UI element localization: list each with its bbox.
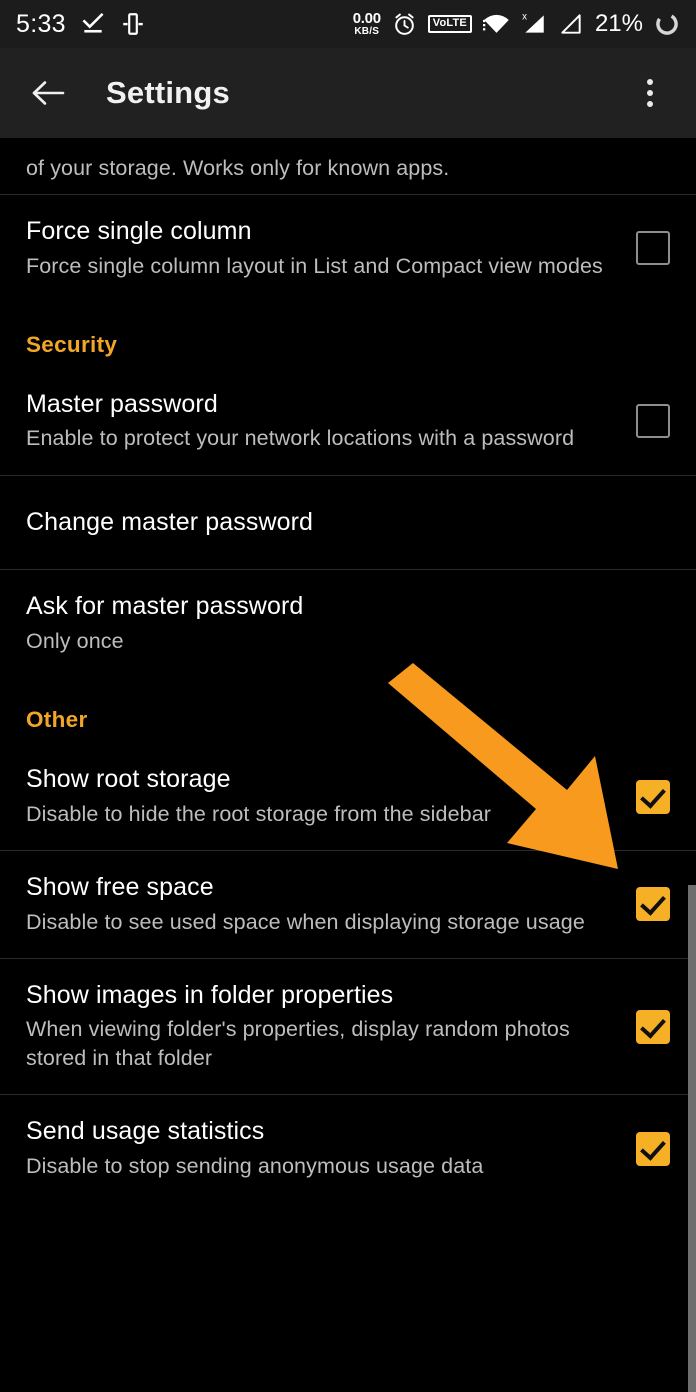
- battery-circle-icon: [654, 11, 680, 37]
- phone-screen: 5:33 0.00 KB/S VoLTE x 21% Settings of y…: [0, 0, 696, 1392]
- list-item-title: Ask for master password: [26, 592, 304, 621]
- list-item-subtitle: Disable to stop sending anonymous usage …: [26, 1153, 484, 1178]
- list-item-text: Master password Enable to protect your ne…: [26, 390, 636, 453]
- status-bar: 5:33 0.00 KB/S VoLTE x 21%: [0, 0, 696, 48]
- partial-row-subtitle: of your storage. Works only for known ap…: [26, 155, 450, 180]
- list-item-subtitle: Only once: [26, 628, 124, 653]
- list-item-text: Show images in folder properties When vie…: [26, 981, 636, 1072]
- overflow-menu-icon[interactable]: [626, 67, 674, 119]
- list-item-show-root-storage[interactable]: Show root storage Disable to hide the roo…: [0, 743, 696, 850]
- send-usage-statistics-checkbox[interactable]: [636, 1131, 670, 1166]
- network-speed-value: 0.00: [352, 10, 381, 27]
- list-item-title: Show root storage: [26, 765, 231, 794]
- screen-cast-icon: [120, 11, 146, 37]
- list-item-force-single-column[interactable]: Force single column Force single column l…: [0, 195, 696, 302]
- list-item-title: Force single column: [26, 217, 252, 245]
- list-item-text: Ask for master password Only once: [26, 592, 670, 655]
- list-item-subtitle: Force single column layout in List and C…: [26, 253, 603, 278]
- show-root-storage-checkbox[interactable]: [636, 779, 670, 814]
- list-item-subtitle: When viewing folder's properties, displa…: [26, 1017, 570, 1070]
- list-item-title: Show images in folder properties: [26, 980, 394, 1009]
- list-item-title: Show free space: [26, 873, 214, 901]
- network-speed-indicator: 0.00 KB/S: [353, 11, 381, 37]
- status-bar-right: 0.00 KB/S VoLTE x 21%: [353, 11, 680, 37]
- list-item-title: Change master password: [26, 507, 314, 536]
- list-item-subtitle: Disable to hide the root storage from th…: [26, 801, 492, 826]
- status-bar-left: 5:33: [16, 11, 146, 37]
- list-item-title: Master password: [26, 389, 218, 418]
- back-arrow-icon[interactable]: [22, 67, 74, 119]
- list-item-title: Send usage statistics: [26, 1117, 265, 1146]
- list-item-text: Show free space Disable to see used space…: [26, 873, 636, 936]
- battery-percent-label: 21%: [594, 10, 643, 37]
- list-item-master-password[interactable]: Master password Enable to protect your ne…: [0, 367, 696, 475]
- list-item-text: Send usage statistics Disable to stop sen…: [26, 1117, 636, 1180]
- list-item-subtitle: Enable to protect your network locations…: [26, 426, 575, 451]
- list-item-ask-for-master-password[interactable]: Ask for master password Only once: [0, 570, 696, 678]
- svg-text:x: x: [522, 12, 527, 23]
- app-bar: Settings: [0, 48, 696, 138]
- network-speed-unit: KB/S: [354, 26, 380, 37]
- alarm-clock-icon: [392, 12, 417, 37]
- list-item-show-free-space[interactable]: Show free space Disable to see used space…: [0, 851, 696, 958]
- list-item-show-images-in-folder-properties[interactable]: Show images in folder properties When vie…: [0, 958, 696, 1095]
- volte-icon: VoLTE: [427, 15, 472, 33]
- master-password-checkbox[interactable]: [636, 404, 670, 439]
- page-title: Settings: [106, 75, 230, 110]
- show-free-space-checkbox[interactable]: [636, 887, 670, 922]
- list-item-subtitle: Disable to see used space when displayin…: [26, 909, 585, 934]
- section-header-security: Security: [0, 301, 696, 368]
- list-item-text: Show root storage Disable to hide the roo…: [26, 765, 636, 828]
- list-item-change-master-password[interactable]: Change master password: [0, 475, 696, 570]
- scrollbar-thumb[interactable]: [688, 885, 696, 1392]
- force-single-column-checkbox[interactable]: [636, 231, 670, 266]
- signal-no-data-icon: x: [521, 11, 547, 37]
- list-item-text: Change master password: [26, 508, 670, 538]
- settings-list[interactable]: of your storage. Works only for known ap…: [0, 138, 696, 1202]
- section-title: Security: [26, 331, 118, 357]
- section-title: Other: [26, 707, 88, 733]
- signal-bars-icon: [558, 11, 584, 37]
- list-item-partial[interactable]: of your storage. Works only for known ap…: [0, 138, 696, 194]
- status-bar-clock: 5:33: [16, 9, 66, 38]
- download-done-icon: [80, 11, 106, 37]
- list-item-send-usage-statistics[interactable]: Send usage statistics Disable to stop sen…: [0, 1095, 696, 1202]
- list-item-text: Force single column Force single column l…: [26, 217, 636, 280]
- section-header-other: Other: [0, 677, 696, 744]
- show-images-in-folder-properties-checkbox[interactable]: [636, 1009, 670, 1044]
- wifi-icon: [482, 12, 510, 36]
